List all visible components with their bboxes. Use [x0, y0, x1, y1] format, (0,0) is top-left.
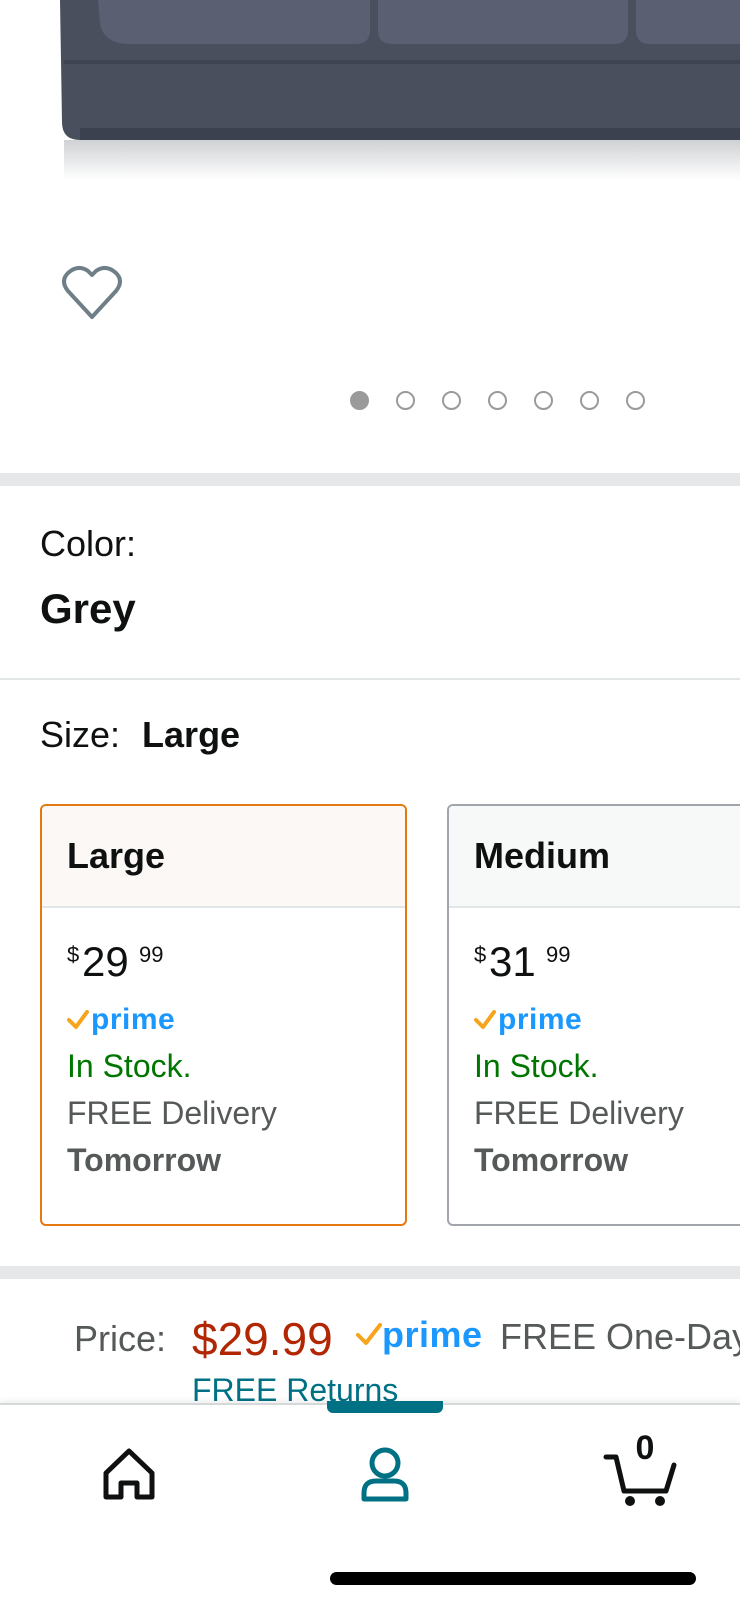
prime-badge: prime: [67, 1000, 405, 1040]
price-whole: 31: [489, 938, 536, 985]
color-value[interactable]: Grey: [40, 585, 136, 633]
prime-check-icon: [356, 1323, 382, 1345]
price-currency: $: [474, 942, 487, 967]
carousel-dot[interactable]: [396, 391, 415, 410]
carousel-dot[interactable]: [488, 391, 507, 410]
tab-account[interactable]: [340, 1435, 430, 1515]
size-option-medium[interactable]: Medium $ 31 99 prime In Stock. FREE Deli…: [447, 804, 740, 1226]
product-image[interactable]: [0, 0, 740, 190]
price-currency: $: [67, 942, 80, 967]
price-fraction: 99: [546, 942, 571, 967]
shipping-text: FREE One-Day: [500, 1316, 740, 1357]
delivery-date: Tomorrow: [474, 1142, 629, 1178]
delivery-text: FREE Delivery: [474, 1095, 684, 1131]
tab-cart[interactable]: 0: [600, 1429, 690, 1515]
stock-status: In Stock.: [474, 1048, 599, 1084]
size-option-name: Large: [42, 806, 405, 908]
size-row: Size: Large: [40, 714, 240, 756]
delivery-date: Tomorrow: [67, 1142, 222, 1178]
delivery-text: FREE Delivery: [67, 1095, 277, 1131]
carousel-dot[interactable]: [350, 391, 369, 410]
size-label: Size:: [40, 714, 121, 755]
carousel-dot[interactable]: [534, 391, 553, 410]
cart-count-badge: 0: [635, 1429, 655, 1467]
prime-label: prime: [498, 1003, 583, 1036]
wishlist-heart-icon[interactable]: [62, 265, 122, 321]
price-summary: Price: $29.99 prime FREE One-Day FREE Re…: [0, 1280, 740, 1410]
home-icon: [103, 1448, 155, 1500]
size-option-name: Medium: [449, 806, 740, 908]
prime-badge: prime: [356, 1314, 483, 1356]
section-divider: [0, 473, 740, 486]
prime-label: prime: [382, 1314, 483, 1355]
tab-home[interactable]: [84, 1435, 174, 1515]
user-icon: [361, 1447, 409, 1502]
price-label: Price:: [74, 1318, 167, 1359]
prime-check-icon: [67, 1010, 89, 1029]
section-divider: [0, 1266, 740, 1279]
price-value: $29.99: [192, 1313, 333, 1365]
prime-label: prime: [91, 1003, 176, 1036]
size-value: Large: [142, 714, 241, 755]
carousel-dot[interactable]: [626, 391, 645, 410]
carousel-dot[interactable]: [442, 391, 461, 410]
home-indicator: [330, 1572, 696, 1585]
price-fraction: 99: [139, 942, 164, 967]
color-label: Color:: [40, 523, 137, 564]
image-carousel-dots[interactable]: [350, 391, 645, 410]
active-tab-indicator: [327, 1401, 443, 1413]
product-image-area[interactable]: [0, 0, 740, 470]
size-option-large[interactable]: Large $ 29 99 prime In Stock. FREE Deliv…: [40, 804, 407, 1226]
prime-badge: prime: [474, 1000, 740, 1040]
price-whole: 29: [82, 938, 129, 985]
carousel-dot[interactable]: [580, 391, 599, 410]
size-option-price: $ 29 99: [67, 938, 405, 990]
stock-status: In Stock.: [67, 1048, 192, 1084]
prime-check-icon: [474, 1010, 496, 1029]
size-option-price: $ 31 99: [474, 938, 740, 990]
section-divider: [0, 678, 740, 680]
